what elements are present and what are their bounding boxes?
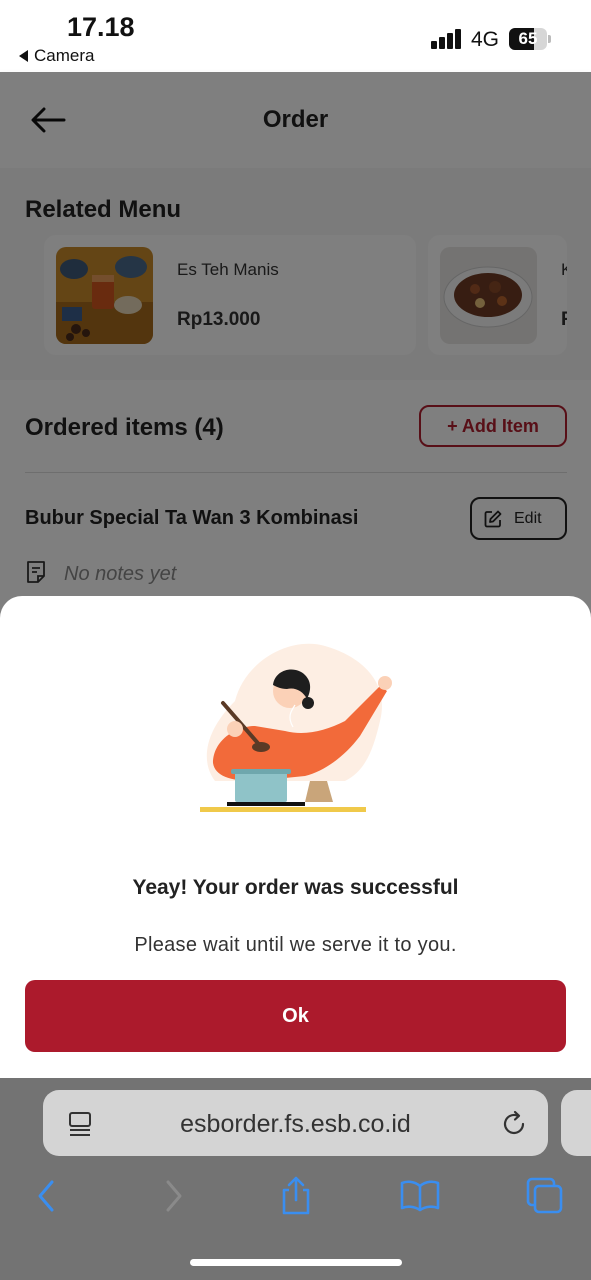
order-page: Order Related Menu Es Teh Manis Rp13.000 bbox=[0, 72, 591, 1078]
forward-icon[interactable] bbox=[154, 1176, 194, 1216]
tabs-icon[interactable] bbox=[525, 1176, 565, 1216]
back-icon[interactable] bbox=[28, 1176, 68, 1216]
back-app-label: Camera bbox=[34, 46, 95, 65]
success-message: Please wait until we serve it to you. bbox=[134, 934, 457, 956]
battery-tip bbox=[548, 35, 551, 43]
browser-toolbar: esborder.fs.esb.co.id bbox=[0, 1078, 591, 1280]
url-text: esborder.fs.esb.co.id bbox=[180, 1110, 411, 1138]
network-type: 4G bbox=[471, 28, 500, 51]
order-success-sheet: Yeay! Your order was successful Please w… bbox=[0, 596, 591, 1078]
bookmarks-icon[interactable] bbox=[400, 1176, 440, 1216]
battery-percent: 65 bbox=[518, 29, 538, 48]
battery-icon: 65 bbox=[509, 28, 547, 50]
share-icon[interactable] bbox=[276, 1176, 316, 1216]
status-time: 17.18 bbox=[67, 12, 135, 42]
reload-icon[interactable] bbox=[501, 1110, 529, 1138]
back-to-app-link[interactable]: Camera bbox=[19, 46, 94, 66]
ok-button[interactable]: Ok bbox=[25, 980, 566, 1052]
status-bar: 17.18 Camera 4G 65 bbox=[0, 0, 591, 72]
back-triangle-icon bbox=[19, 49, 28, 62]
success-title: Yeay! Your order was successful bbox=[132, 876, 459, 899]
address-bar[interactable]: esborder.fs.esb.co.id bbox=[43, 1090, 548, 1156]
home-indicator bbox=[190, 1259, 402, 1266]
next-tab-peek[interactable] bbox=[561, 1090, 591, 1156]
cooking-illustration bbox=[200, 643, 392, 812]
signal-icon bbox=[431, 29, 463, 49]
